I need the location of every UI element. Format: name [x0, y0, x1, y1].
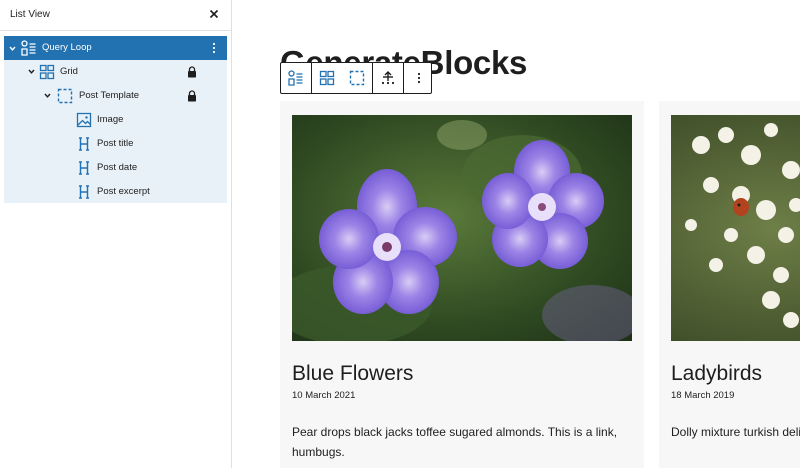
toolbar-group: [404, 63, 434, 93]
tree-item-post-date[interactable]: Post date: [4, 156, 227, 179]
toolbar-group: [373, 63, 404, 93]
query-loop-icon[interactable]: [281, 63, 311, 93]
tree-item-label: Image: [97, 114, 124, 125]
tree-item-post-title[interactable]: Post title: [4, 132, 227, 155]
post-title[interactable]: Ladybirds: [671, 362, 762, 386]
post-excerpt: Dolly mixture turkish delight drops choc…: [671, 425, 800, 439]
post-featured-image[interactable]: [292, 115, 632, 341]
lock-icon: [187, 65, 197, 78]
tree-item-label: Post title: [97, 138, 134, 149]
block-toolbar: [280, 62, 432, 94]
tree-item-label: Query Loop: [42, 42, 92, 53]
toolbar-group: [281, 63, 312, 93]
more-options-icon[interactable]: [404, 63, 434, 93]
post-template-icon: [56, 87, 74, 104]
post-card[interactable]: Ladybirds 18 March 2019 Dolly mixture tu…: [659, 101, 800, 468]
chevron-down-icon[interactable]: [43, 91, 52, 100]
image-icon: [75, 111, 93, 128]
query-loop-icon: [20, 39, 38, 56]
post-card[interactable]: Blue Flowers 10 March 2021 Pear drops bl…: [280, 101, 644, 468]
list-view-title: List View: [10, 9, 50, 20]
heading-icon: [75, 183, 93, 200]
grid-icon[interactable]: [312, 63, 342, 93]
post-date: 10 March 2021: [292, 390, 356, 401]
tree-item-post-excerpt[interactable]: Post excerpt: [4, 180, 227, 203]
select-parent-icon[interactable]: [342, 63, 372, 93]
tree-item-label: Post Template: [79, 90, 140, 101]
list-view-header: List View: [0, 0, 231, 31]
block-tree: Query Loop Grid Post Template Image Post…: [4, 36, 227, 203]
post-date: 18 March 2019: [671, 390, 735, 401]
post-title[interactable]: Blue Flowers: [292, 362, 413, 386]
post-featured-image[interactable]: [671, 115, 800, 341]
tree-item-label: Post date: [97, 162, 138, 173]
editor-canvas: GenerateBlocks: [233, 0, 800, 468]
move-icon[interactable]: [373, 63, 403, 93]
tree-item-image[interactable]: Image: [4, 108, 227, 131]
tree-item-grid[interactable]: Grid: [4, 60, 227, 83]
chevron-down-icon[interactable]: [8, 44, 17, 53]
lock-icon: [187, 89, 197, 102]
more-options-icon[interactable]: [209, 41, 219, 55]
tree-item-label: Grid: [60, 66, 78, 77]
list-view-panel: List View Query Loop Grid Post Template …: [0, 0, 232, 468]
tree-item-label: Post excerpt: [97, 186, 150, 197]
post-excerpt: Pear drops black jacks toffee sugared al…: [292, 425, 618, 459]
tree-item-post-template[interactable]: Post Template: [4, 84, 227, 107]
heading-icon: [75, 135, 93, 152]
heading-icon: [75, 159, 93, 176]
toolbar-group: [312, 63, 373, 93]
close-icon[interactable]: [207, 7, 221, 21]
tree-item-query-loop[interactable]: Query Loop: [4, 36, 227, 60]
grid-icon: [38, 63, 56, 80]
chevron-down-icon[interactable]: [27, 67, 36, 76]
